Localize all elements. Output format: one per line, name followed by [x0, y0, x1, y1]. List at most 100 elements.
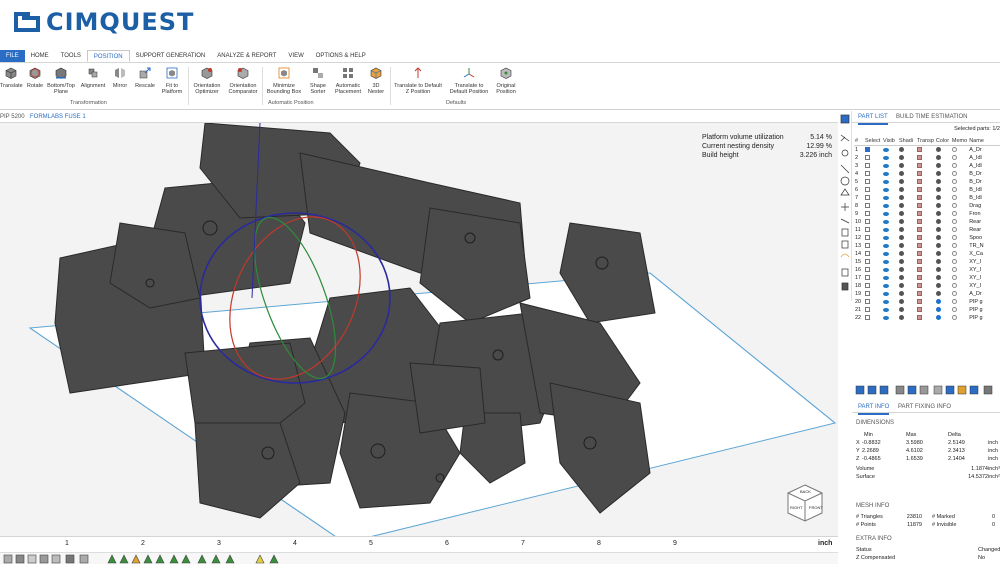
memo-icon[interactable]	[951, 227, 957, 233]
eye-icon[interactable]	[883, 195, 889, 200]
column-header[interactable]: Color	[934, 137, 951, 146]
shading-icon[interactable]	[899, 227, 904, 233]
column-header[interactable]: Visib	[882, 137, 898, 146]
select-checkbox[interactable]	[865, 219, 870, 225]
transparency-icon[interactable]	[917, 291, 922, 297]
minimize-bounding-box-button[interactable]: Minimize Bounding Box	[264, 67, 304, 95]
table-row[interactable]: 5 B_Dr	[854, 178, 1000, 186]
part-list-toolbar-icons[interactable]	[854, 383, 1000, 397]
color-swatch-icon[interactable]	[935, 147, 941, 153]
select-checkbox[interactable]	[865, 315, 870, 321]
eye-icon[interactable]	[883, 251, 889, 256]
transparency-icon[interactable]	[917, 275, 922, 281]
tab-part-list[interactable]: PART LIST	[858, 111, 888, 125]
eye-icon[interactable]	[883, 291, 889, 296]
shading-icon[interactable]	[899, 195, 904, 201]
memo-icon[interactable]	[951, 187, 957, 193]
3d-viewport[interactable]: Platform volume utilization 5.14 % Curren…	[0, 123, 838, 552]
eye-icon[interactable]	[883, 307, 889, 312]
eye-icon[interactable]	[883, 243, 889, 248]
table-row[interactable]: 17 XY_I	[854, 274, 1000, 282]
shading-icon[interactable]	[899, 275, 904, 281]
shading-icon[interactable]	[899, 179, 904, 185]
tab-part-fixing-info[interactable]: PART FIXING INFO	[898, 401, 951, 413]
table-row[interactable]: 6 B_Idl	[854, 186, 1000, 194]
memo-icon[interactable]	[951, 179, 957, 185]
shading-icon[interactable]	[899, 299, 904, 305]
shading-icon[interactable]	[899, 259, 904, 265]
table-row[interactable]: 19 A_Dr	[854, 290, 1000, 298]
color-swatch-icon[interactable]	[935, 171, 941, 177]
shape-sorter-button[interactable]: Shape Sorter	[304, 67, 332, 95]
shading-icon[interactable]	[899, 203, 904, 209]
table-row[interactable]: 10 Rear	[854, 218, 1000, 226]
column-header[interactable]: Select	[864, 137, 882, 146]
memo-icon[interactable]	[951, 195, 957, 201]
eye-icon[interactable]	[883, 235, 889, 240]
eye-icon[interactable]	[883, 179, 889, 184]
column-header[interactable]: Transp	[916, 137, 935, 146]
fit-to-platform-button[interactable]: Fit to Platform	[158, 67, 186, 95]
memo-icon[interactable]	[951, 155, 957, 161]
memo-icon[interactable]	[951, 299, 957, 305]
table-row[interactable]: 22 PIP g	[854, 314, 1000, 322]
select-checkbox[interactable]	[865, 275, 870, 281]
rescale-button[interactable]: Rescale	[132, 67, 158, 89]
eye-icon[interactable]	[883, 163, 889, 168]
table-row[interactable]: 20 PIP g	[854, 298, 1000, 306]
shading-icon[interactable]	[899, 243, 904, 249]
transparency-icon[interactable]	[917, 299, 922, 305]
select-checkbox[interactable]	[865, 235, 870, 241]
original-position-button[interactable]: Original Position	[492, 67, 520, 95]
color-swatch-icon[interactable]	[935, 235, 941, 241]
memo-icon[interactable]	[951, 275, 957, 281]
color-swatch-icon[interactable]	[935, 243, 941, 249]
eye-icon[interactable]	[883, 155, 889, 160]
orientation-optimizer-button[interactable]: Orientation Optimizer	[190, 67, 224, 95]
3d-nester-button[interactable]: 3D Nester	[364, 67, 388, 95]
select-checkbox[interactable]	[865, 291, 870, 297]
view-cube[interactable]: RIGHT BACK FRONT	[785, 483, 825, 523]
table-row[interactable]: 1 A_Dr	[854, 146, 1000, 155]
column-header[interactable]: Memo	[950, 137, 969, 146]
eye-icon[interactable]	[883, 203, 889, 208]
tab-position[interactable]: POSITION	[86, 50, 130, 62]
shading-icon[interactable]	[899, 267, 904, 273]
select-checkbox[interactable]	[865, 251, 870, 257]
eye-icon[interactable]	[883, 227, 889, 232]
color-swatch-icon[interactable]	[935, 251, 941, 257]
eye-icon[interactable]	[883, 275, 889, 280]
color-swatch-icon[interactable]	[935, 211, 941, 217]
eye-icon[interactable]	[883, 267, 889, 272]
eye-icon[interactable]	[883, 147, 889, 152]
select-checkbox[interactable]	[865, 187, 870, 193]
tab-build-time-estimation[interactable]: BUILD TIME ESTIMATION	[896, 111, 967, 123]
memo-icon[interactable]	[951, 267, 957, 273]
table-row[interactable]: 16 XY_I	[854, 266, 1000, 274]
transparency-icon[interactable]	[917, 211, 922, 217]
color-swatch-icon[interactable]	[935, 291, 941, 297]
eye-icon[interactable]	[883, 315, 889, 320]
table-row[interactable]: 2 A_Idl	[854, 154, 1000, 162]
color-swatch-icon[interactable]	[935, 203, 941, 209]
tab-options-help[interactable]: OPTIONS & HELP	[310, 50, 372, 62]
shading-icon[interactable]	[899, 315, 904, 321]
translate-default-z-button[interactable]: Translate to Default Z Position	[392, 67, 444, 95]
color-swatch-icon[interactable]	[935, 163, 941, 169]
shading-icon[interactable]	[899, 187, 904, 193]
shading-icon[interactable]	[899, 147, 904, 153]
transparency-icon[interactable]	[917, 171, 922, 177]
select-checkbox[interactable]	[865, 171, 870, 177]
memo-icon[interactable]	[951, 147, 957, 153]
tab-support-generation[interactable]: SUPPORT GENERATION	[130, 50, 212, 62]
shading-icon[interactable]	[899, 235, 904, 241]
select-checkbox[interactable]	[865, 147, 870, 153]
color-swatch-icon[interactable]	[935, 195, 941, 201]
table-row[interactable]: 8 Drag	[854, 202, 1000, 210]
transparency-icon[interactable]	[917, 283, 922, 289]
select-checkbox[interactable]	[865, 299, 870, 305]
transparency-icon[interactable]	[917, 147, 922, 153]
transparency-icon[interactable]	[917, 187, 922, 193]
eye-icon[interactable]	[883, 187, 889, 192]
color-swatch-icon[interactable]	[935, 219, 941, 225]
